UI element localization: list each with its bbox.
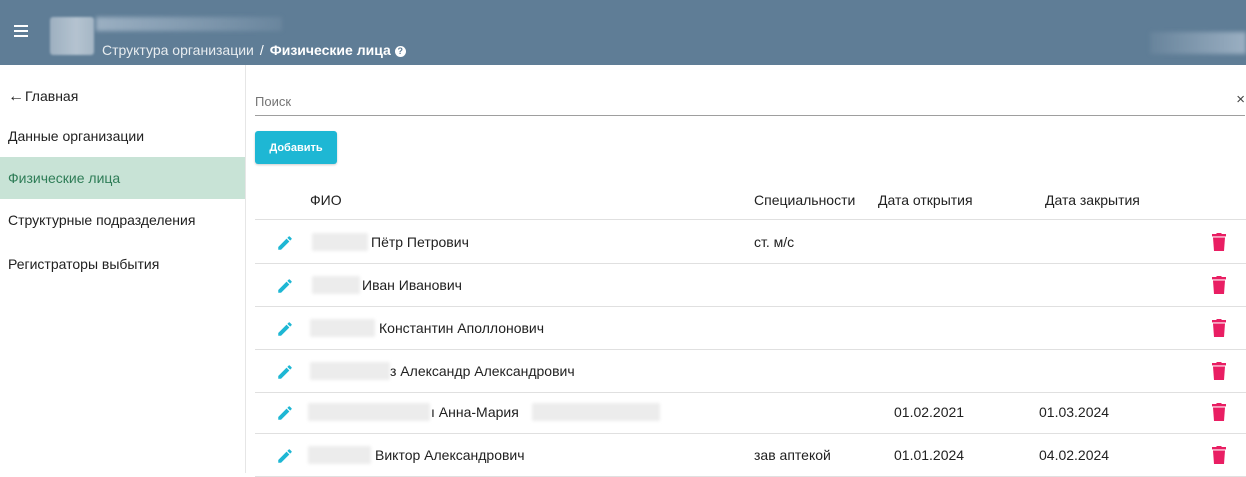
column-header-open-date[interactable]: Дата открытия bbox=[878, 192, 973, 208]
search-field: × bbox=[255, 86, 1245, 116]
table-row: Пётр Петрович ст. м/с bbox=[255, 221, 1246, 264]
add-button[interactable]: Добавить bbox=[255, 131, 337, 164]
close-icon[interactable]: × bbox=[1236, 92, 1245, 108]
sidebar-item-label: Данные организации bbox=[8, 128, 145, 144]
trash-icon[interactable] bbox=[1212, 362, 1226, 380]
column-header-close-date[interactable]: Дата закрытия bbox=[1045, 192, 1140, 208]
cell-fio: Иван Иванович bbox=[362, 277, 462, 293]
table-row: Виктор Александрович зав аптекой 01.01.2… bbox=[255, 434, 1246, 477]
sidebar-item-label: Регистраторы выбытия bbox=[8, 256, 160, 272]
breadcrumb: Структура организации / Физические лица? bbox=[102, 41, 406, 59]
sidebar-item-label: Структурные подразделения bbox=[8, 212, 196, 228]
arrow-left-icon: ← bbox=[8, 88, 24, 105]
blurred-patronymic bbox=[532, 403, 660, 421]
blurred-organization-name bbox=[96, 17, 282, 31]
cell-close-date: 01.03.2024 bbox=[1039, 404, 1110, 420]
page-title: Физические лица bbox=[269, 42, 391, 58]
pencil-icon[interactable] bbox=[276, 277, 294, 295]
pencil-icon[interactable] bbox=[276, 320, 294, 338]
top-app-bar: Структура организации / Физические лица? bbox=[0, 0, 1246, 65]
cell-fio: ı Анна-Мария bbox=[431, 404, 519, 420]
cell-fio: Константин Аполлонович bbox=[379, 320, 545, 336]
breadcrumb-separator: / bbox=[259, 42, 264, 58]
breadcrumb-parent-link[interactable]: Структура организации bbox=[102, 42, 254, 58]
sidebar-item-disposal-registrars[interactable]: Регистраторы выбытия bbox=[0, 243, 245, 285]
blurred-surname bbox=[312, 276, 360, 294]
trash-icon[interactable] bbox=[1212, 276, 1226, 294]
cell-specialty: зав аптекой bbox=[754, 447, 831, 463]
table-row: Константин Аполлонович bbox=[255, 307, 1246, 350]
sidebar-item-individuals[interactable]: Физические лица bbox=[0, 157, 245, 199]
blurred-surname bbox=[308, 446, 371, 464]
table-row: ı Анна-Мария 01.02.2021 01.03.2024 bbox=[255, 391, 1246, 434]
cell-fio: Виктор Александрович bbox=[375, 447, 525, 463]
sidebar-item-label: Физические лица bbox=[8, 170, 121, 186]
sidebar-item-structural-units[interactable]: Структурные подразделения bbox=[0, 199, 245, 241]
cell-close-date: 04.02.2024 bbox=[1039, 447, 1110, 463]
trash-icon[interactable] bbox=[1212, 319, 1226, 337]
table-header: ФИО Специальности Дата открытия Дата зак… bbox=[255, 178, 1246, 220]
trash-icon[interactable] bbox=[1212, 403, 1226, 421]
trash-icon[interactable] bbox=[1212, 446, 1226, 464]
search-input[interactable] bbox=[255, 90, 1205, 112]
cell-fio: Пётр Петрович bbox=[371, 234, 469, 250]
table-row: з Александр Александрович bbox=[255, 350, 1246, 393]
sidebar-back-home[interactable]: ←Главная bbox=[0, 75, 245, 117]
trash-icon[interactable] bbox=[1212, 233, 1226, 251]
table-row: Иван Иванович bbox=[255, 264, 1246, 307]
cell-fio: з Александр Александрович bbox=[390, 363, 575, 379]
pencil-icon[interactable] bbox=[276, 404, 294, 422]
blurred-surname bbox=[310, 362, 390, 380]
sidebar-back-label: Главная bbox=[25, 88, 79, 104]
menu-icon[interactable] bbox=[14, 25, 28, 37]
blurred-logo bbox=[50, 17, 94, 55]
blurred-user-info bbox=[1150, 32, 1246, 54]
pencil-icon[interactable] bbox=[276, 234, 294, 252]
cell-open-date: 01.02.2021 bbox=[894, 404, 965, 420]
sidebar-item-organization-data[interactable]: Данные организации bbox=[0, 115, 245, 157]
column-header-fio[interactable]: ФИО bbox=[310, 192, 342, 208]
blurred-surname bbox=[310, 319, 375, 337]
blurred-surname bbox=[312, 233, 368, 251]
cell-open-date: 01.01.2024 bbox=[894, 447, 965, 463]
cell-specialty: ст. м/с bbox=[754, 234, 795, 250]
sidebar: ←Главная Данные организации Физические л… bbox=[0, 65, 246, 473]
pencil-icon[interactable] bbox=[276, 447, 294, 465]
blurred-surname bbox=[308, 403, 430, 421]
pencil-icon[interactable] bbox=[276, 363, 294, 381]
help-circle-icon[interactable]: ? bbox=[394, 46, 406, 57]
column-header-specialties[interactable]: Специальности bbox=[754, 192, 855, 208]
